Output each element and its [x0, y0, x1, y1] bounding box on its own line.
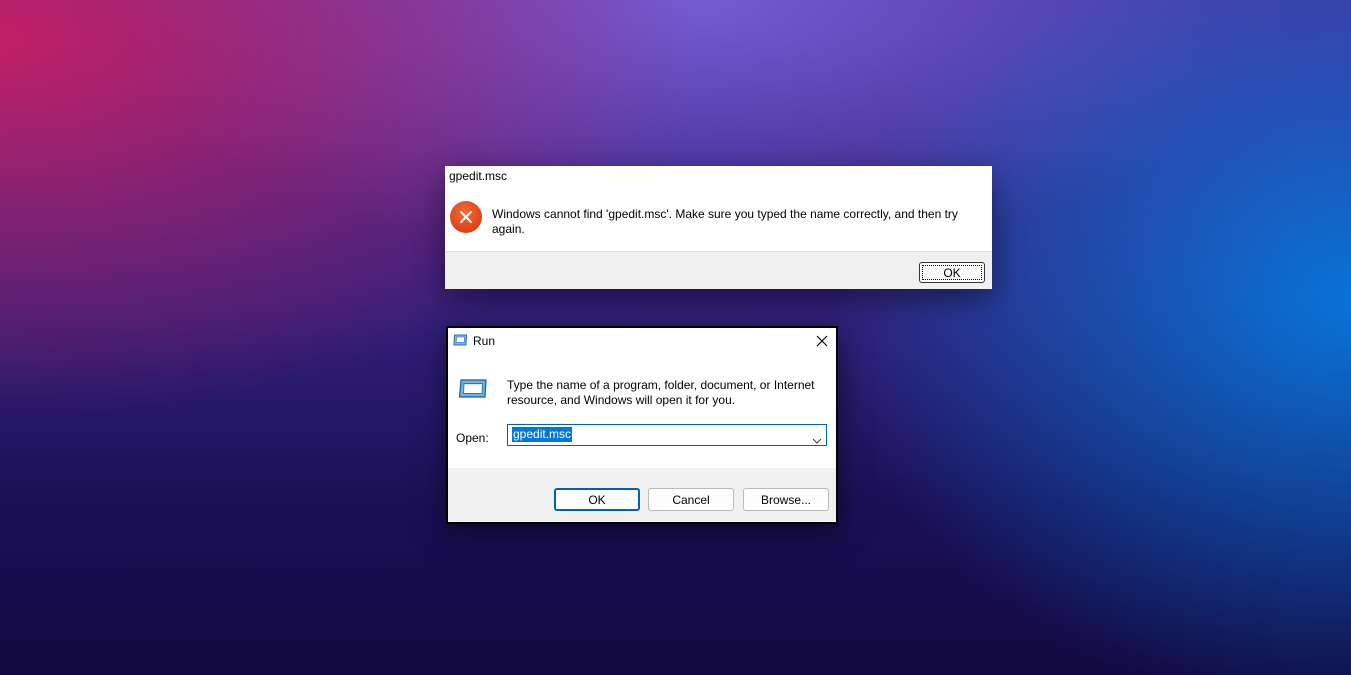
run-app-icon — [453, 334, 468, 352]
run-dialog-title: Run — [473, 334, 496, 348]
error-dialog: gpedit.msc Windows cannot find 'gpedit.m… — [445, 166, 992, 289]
browse-button[interactable]: Browse... — [743, 488, 829, 511]
run-description: Type the name of a program, folder, docu… — [507, 378, 815, 407]
run-program-icon — [458, 378, 488, 405]
open-combobox[interactable]: gpedit.msc — [507, 424, 827, 446]
error-ok-button[interactable]: OK — [919, 262, 985, 283]
error-dialog-footer: OK — [445, 251, 992, 289]
run-title-bar[interactable]: Run — [448, 328, 836, 356]
open-label: Open: — [456, 431, 489, 445]
error-message: Windows cannot find 'gpedit.msc'. Make s… — [492, 207, 958, 236]
run-dialog-body: Type the name of a program, folder, docu… — [448, 356, 836, 468]
chevron-down-icon[interactable] — [812, 431, 822, 449]
error-x-icon — [450, 201, 482, 233]
run-dialog: Run Type the name of a program, folder, … — [446, 326, 838, 524]
close-icon[interactable] — [808, 328, 836, 354]
error-dialog-title: gpedit.msc — [449, 169, 508, 183]
run-ok-button[interactable]: OK — [554, 488, 640, 511]
cancel-button[interactable]: Cancel — [648, 488, 734, 511]
open-input[interactable]: gpedit.msc — [512, 427, 573, 442]
